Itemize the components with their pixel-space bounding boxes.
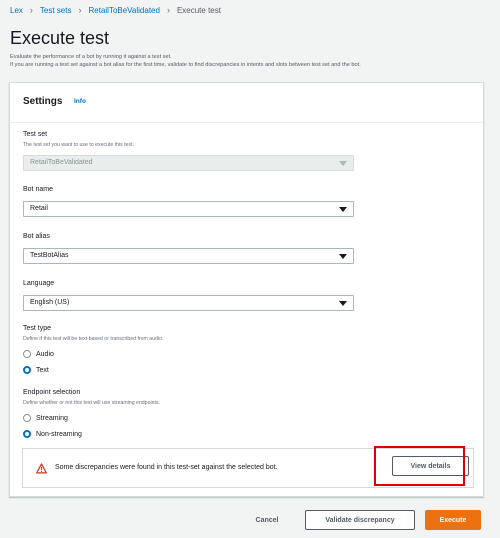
- radio-audio[interactable]: Audio: [23, 349, 54, 359]
- validate-discrepancy-button[interactable]: Validate discrepancy: [305, 510, 415, 530]
- test-set-select: RetailToBeValidated: [23, 155, 354, 171]
- bot-alias-value: TestBotAlias: [30, 252, 69, 259]
- highlight-box: [374, 446, 465, 486]
- caret-down-icon: [339, 254, 347, 259]
- radio-streaming-label: Streaming: [36, 414, 68, 422]
- execute-button[interactable]: Execute: [425, 510, 481, 530]
- caret-down-icon: [339, 161, 347, 166]
- settings-header: Settings Info: [10, 83, 483, 123]
- cancel-button[interactable]: Cancel: [244, 510, 290, 530]
- radio-streaming[interactable]: Streaming: [23, 413, 68, 423]
- test-set-value: RetailToBeValidated: [30, 159, 93, 166]
- radio-audio-label: Audio: [36, 350, 54, 358]
- radio-text-label: Text: [36, 366, 49, 374]
- page-description-line-2: If you are running a test set against a …: [10, 62, 361, 68]
- caret-down-icon: [339, 301, 347, 306]
- page-description-line-1: Evaluate the performance of a bot by run…: [10, 54, 172, 60]
- language-value: English (US): [30, 299, 70, 306]
- bot-name-value: Retail: [30, 205, 48, 212]
- settings-title: Settings: [23, 96, 63, 107]
- chevron-right-icon: ›: [29, 5, 33, 15]
- bot-alias-select[interactable]: TestBotAlias: [23, 248, 354, 264]
- breadcrumb-test-sets[interactable]: Test sets: [40, 6, 72, 15]
- test-type-help: Define if this test will be text-based o…: [23, 336, 164, 342]
- breadcrumb-lex[interactable]: Lex: [10, 6, 23, 15]
- radio-streaming-control[interactable]: [23, 414, 31, 422]
- breadcrumb-current: Execute test: [176, 5, 221, 15]
- info-link[interactable]: Info: [74, 98, 86, 105]
- test-set-help: The test set you want to use to execute …: [23, 142, 135, 148]
- alert-message: Some discrepancies were found in this te…: [55, 464, 278, 471]
- radio-audio-control[interactable]: [23, 350, 31, 358]
- page-description: Evaluate the performance of a bot by run…: [10, 53, 495, 69]
- breadcrumb: Lex › Test sets › RetailToBeValidated › …: [10, 4, 221, 16]
- bot-name-select[interactable]: Retail: [23, 201, 354, 217]
- settings-panel: Settings Info Test set The test set you …: [9, 82, 484, 497]
- test-type-label: Test type: [23, 325, 52, 332]
- language-select[interactable]: English (US): [23, 295, 354, 311]
- warning-icon: [36, 463, 47, 474]
- radio-text[interactable]: Text: [23, 365, 49, 375]
- bot-alias-label: Bot alias: [23, 233, 50, 240]
- bot-name-label: Bot name: [23, 186, 53, 193]
- page-title: Execute test: [10, 28, 110, 48]
- chevron-right-icon: ›: [166, 5, 170, 15]
- test-set-label: Test set: [23, 131, 48, 138]
- language-label: Language: [23, 280, 55, 287]
- breadcrumb-test-set[interactable]: RetailToBeValidated: [88, 6, 159, 15]
- chevron-right-icon: ›: [78, 5, 82, 15]
- endpoint-label: Endpoint selection: [23, 389, 81, 396]
- radio-non-streaming-control[interactable]: [23, 430, 31, 438]
- caret-down-icon: [339, 207, 347, 212]
- radio-non-streaming[interactable]: Non-streaming: [23, 429, 82, 439]
- endpoint-help: Define whether or not this test will use…: [23, 400, 160, 406]
- radio-text-control[interactable]: [23, 366, 31, 374]
- radio-non-streaming-label: Non-streaming: [36, 430, 82, 438]
